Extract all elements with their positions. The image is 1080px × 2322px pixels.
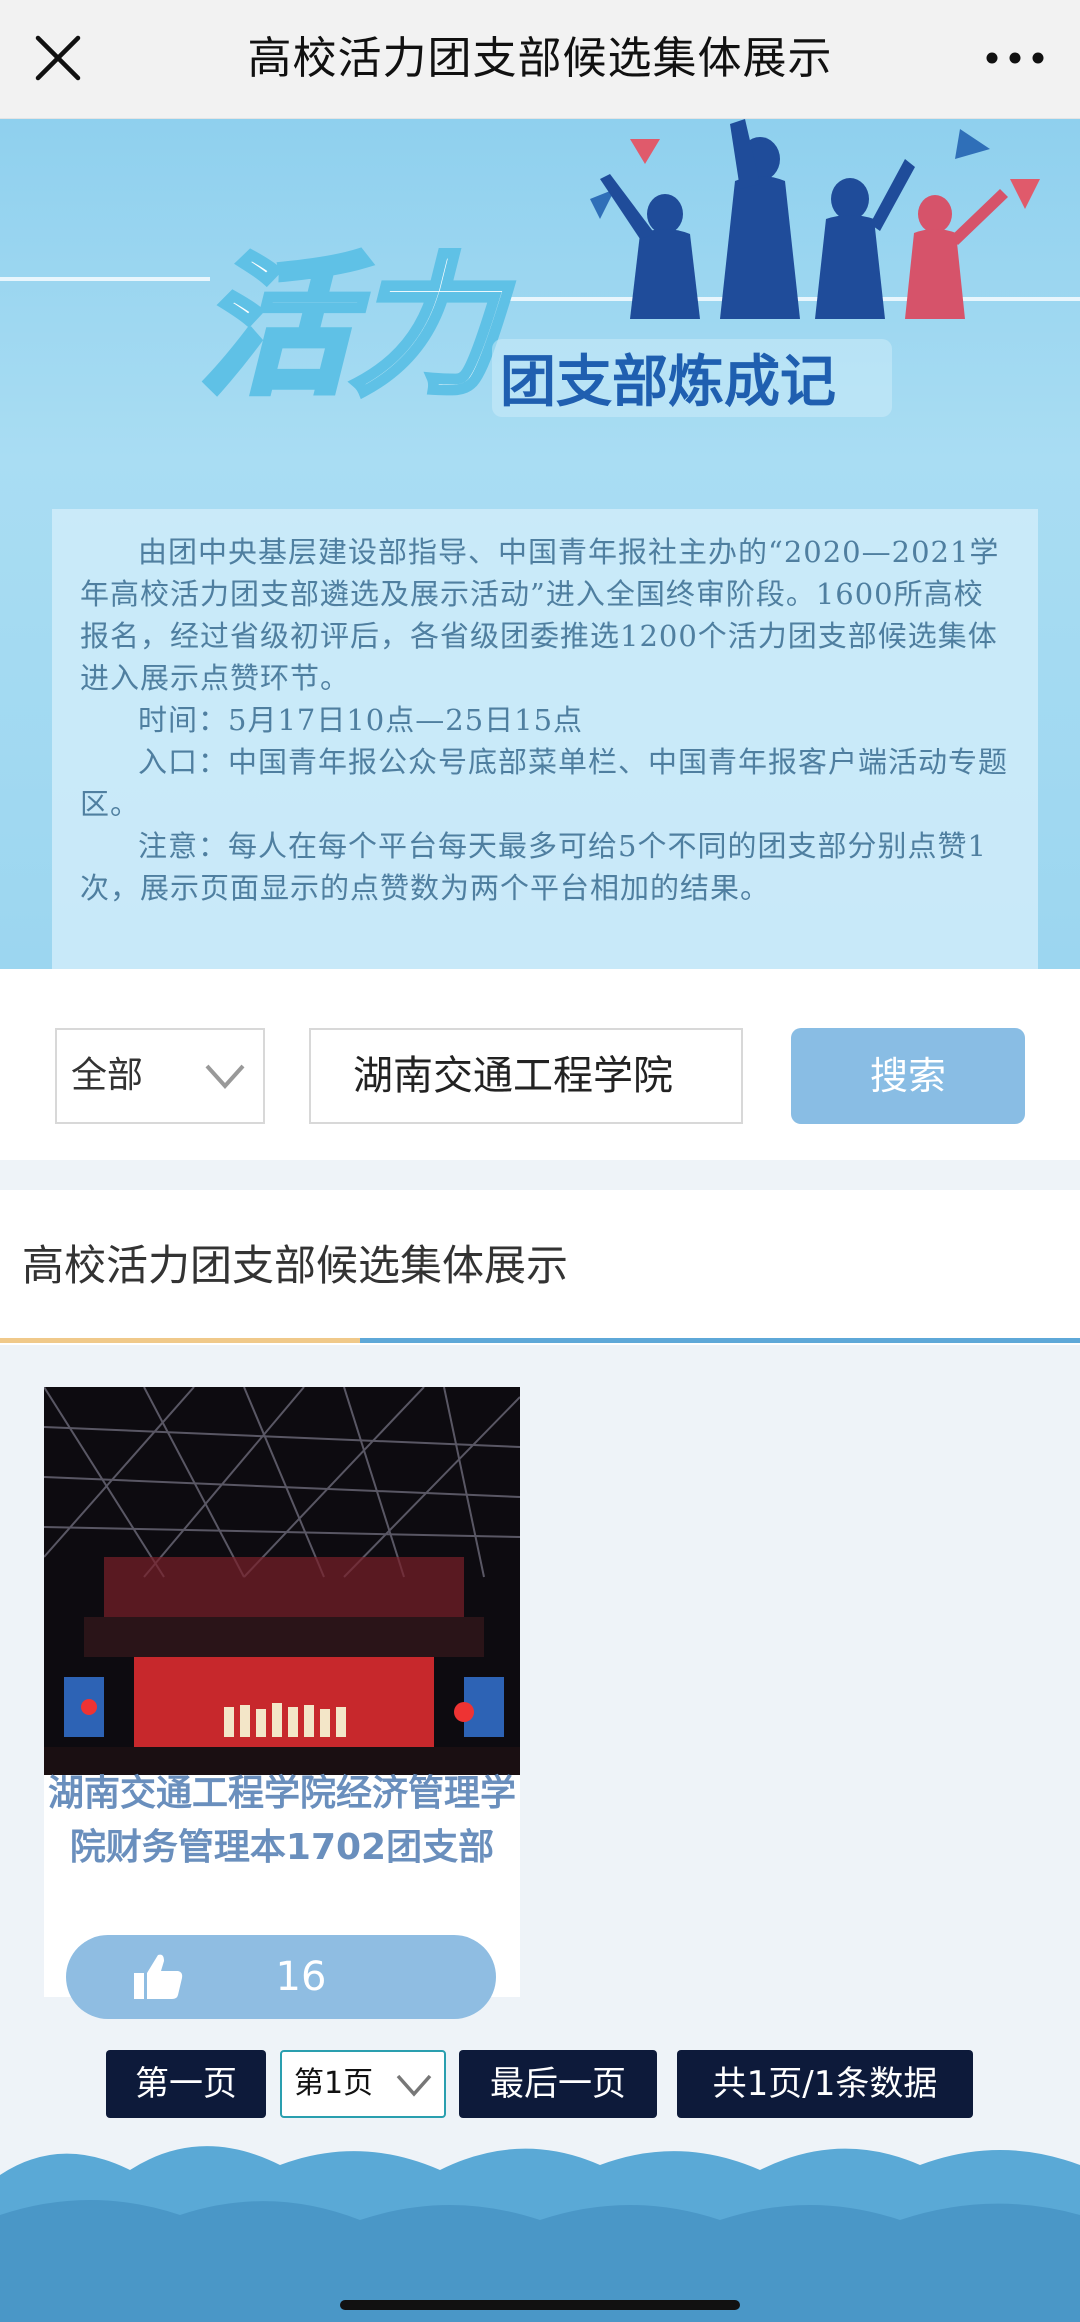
- logo-sub: 团支部炼成记: [500, 350, 836, 415]
- category-select[interactable]: 全部: [55, 1028, 265, 1124]
- notice-note: 注意：每人在每个平台每天最多可给5个不同的团支部分别点赞1次，展示页面显示的点赞…: [80, 829, 987, 905]
- section-underline-accent: [0, 1338, 360, 1343]
- last-page-button[interactable]: 最后一页: [459, 2050, 657, 2118]
- chevron-down-icon: [396, 2074, 432, 2097]
- notice-entry: 入口：中国青年报公众号底部菜单栏、中国青年报客户端活动专题区。: [80, 745, 1009, 821]
- team-name: 湖南交通工程学院经济管理学院财务管理本1702团支部: [47, 1773, 516, 1868]
- search-input[interactable]: 湖南交通工程学院: [309, 1028, 743, 1124]
- page-select-value: 第1页: [294, 2066, 374, 2101]
- page-info: 共1页/1条数据: [677, 2050, 973, 2118]
- banner-artwork: 活力 团支部炼成记: [0, 119, 1080, 418]
- search-button[interactable]: 搜索: [791, 1028, 1025, 1124]
- results-area: 湖南交通工程学院经济管理学院财务管理本1702团支部 16 第一页 第1页 最后…: [0, 1345, 1080, 2322]
- search-bar: 全部 湖南交通工程学院 搜索: [0, 995, 1080, 1160]
- section-title: 高校活力团支部候选集体展示: [22, 1241, 569, 1290]
- like-button[interactable]: 16: [66, 1935, 496, 2019]
- chevron-down-icon: [205, 1064, 245, 1089]
- pagination: 第一页 第1页 最后一页 共1页/1条数据: [0, 2050, 1080, 2120]
- home-indicator[interactable]: [340, 2300, 740, 2310]
- page-title: 高校活力团支部候选集体展示: [247, 33, 833, 84]
- notice-paragraph: 由团中央基层建设部指导、中国青年报社主办的“2020—2021学年高校活力团支部…: [80, 535, 1000, 695]
- team-photo: [44, 1387, 520, 1775]
- notice-box: 由团中央基层建设部指导、中国青年报社主办的“2020—2021学年高校活力团支部…: [52, 509, 1038, 969]
- page-select[interactable]: 第1页: [280, 2050, 446, 2118]
- first-page-button[interactable]: 第一页: [106, 2050, 266, 2118]
- logo-main: 活力: [200, 239, 513, 415]
- result-card[interactable]: 湖南交通工程学院经济管理学院财务管理本1702团支部 16: [44, 1387, 520, 2019]
- decorative-waves: [0, 2146, 1080, 2322]
- event-banner: 活力 团支部炼成记 由团中央基层建设部指导、中国青年报社主办的“2020—202…: [0, 119, 1080, 969]
- like-count: 16: [275, 1954, 327, 2000]
- section-divider: [0, 1160, 1080, 1190]
- section-header: 高校活力团支部候选集体展示: [0, 1190, 1080, 1343]
- category-select-value: 全部: [71, 1055, 144, 1096]
- notice-time: 时间：5月17日10点—25日15点: [138, 703, 584, 737]
- section-underline: [360, 1338, 1080, 1343]
- more-icon[interactable]: [980, 30, 1050, 86]
- top-bar: 高校活力团支部候选集体展示: [0, 0, 1080, 119]
